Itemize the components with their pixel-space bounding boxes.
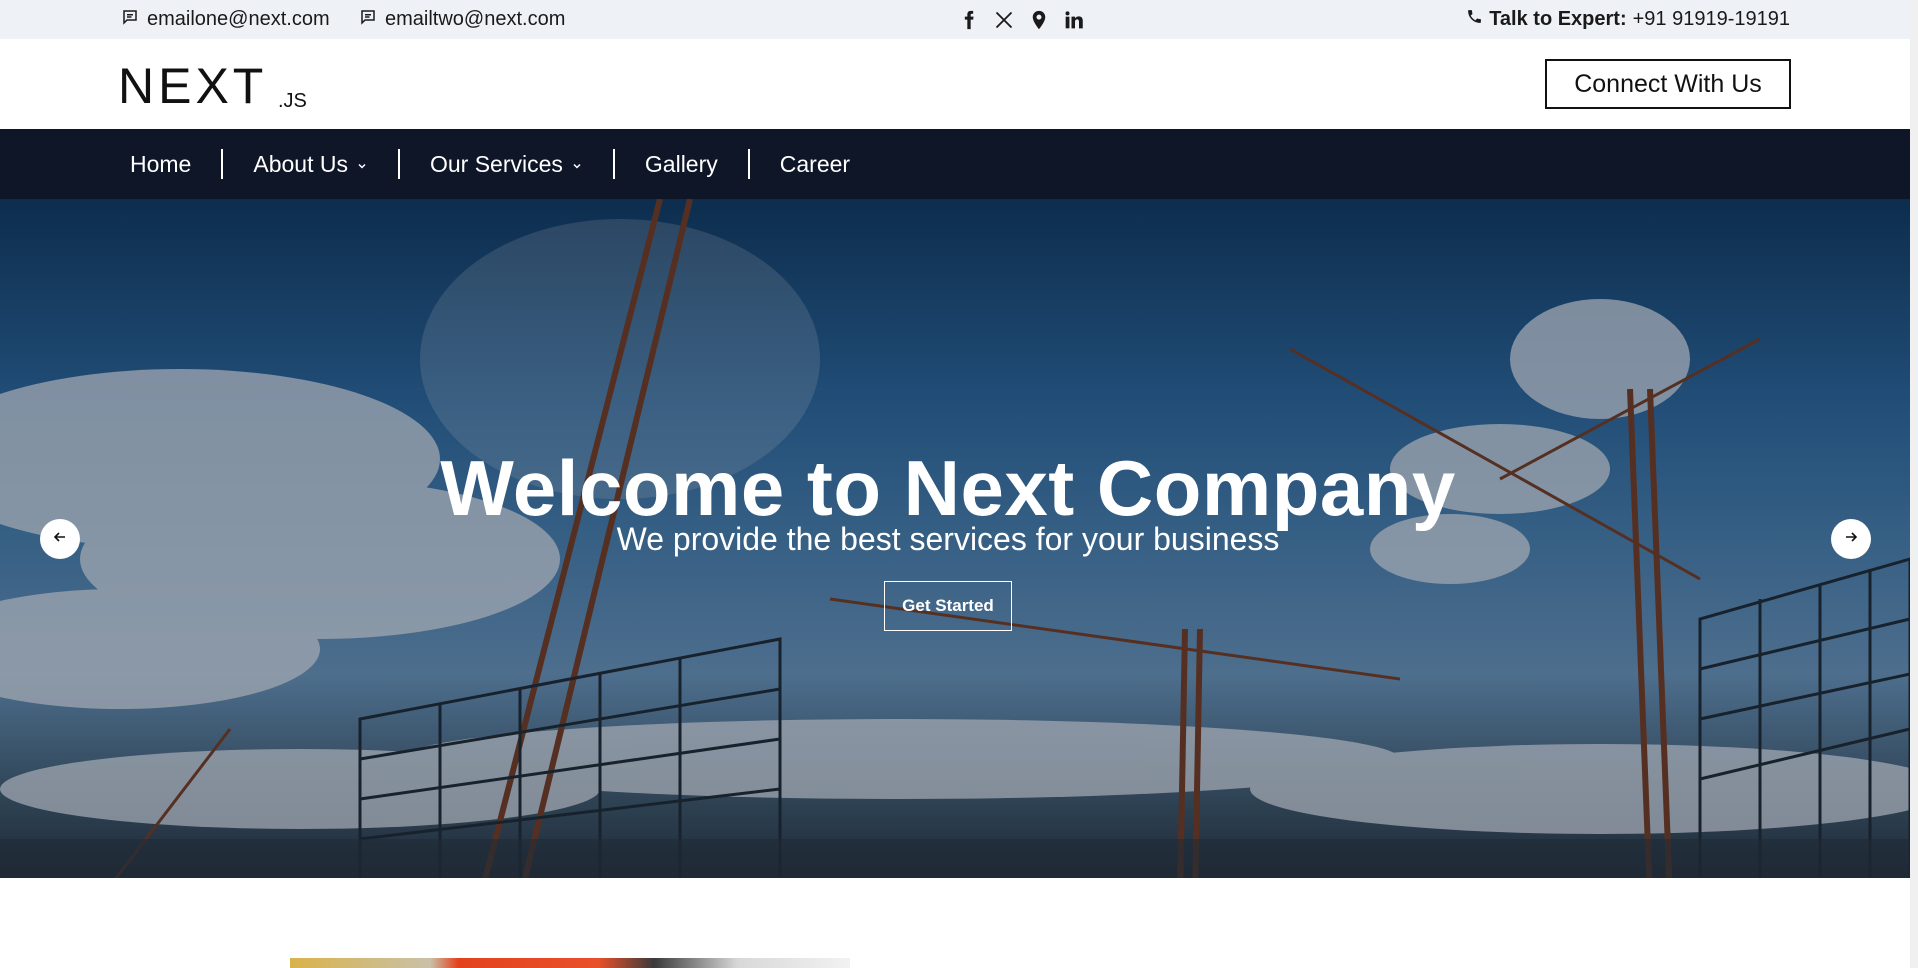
- facebook-icon[interactable]: [958, 9, 979, 30]
- social-links: [958, 0, 1084, 39]
- message-icon: [121, 8, 139, 32]
- linkedin-icon[interactable]: [1063, 9, 1084, 30]
- hero-slider: Welcome to Next Company We provide the b…: [0, 199, 1910, 878]
- page-scrollbar[interactable]: [1910, 0, 1918, 968]
- nav-item-label: Career: [779, 150, 851, 177]
- top-bar: emailone@next.com emailtwo@next.com Talk…: [0, 0, 1910, 39]
- phone-icon: [1466, 8, 1483, 31]
- nav-divider: [397, 149, 400, 179]
- arrow-left-icon: [52, 529, 68, 550]
- site-header: NEXT .JS Connect With Us: [0, 39, 1910, 129]
- logo[interactable]: NEXT .JS: [118, 58, 318, 114]
- chevron-down-icon: [571, 151, 583, 178]
- email-one-text: emailone@next.com: [147, 8, 330, 30]
- slider-prev-button[interactable]: [40, 519, 80, 559]
- nav-divider: [221, 149, 224, 179]
- email-two-text: emailtwo@next.com: [385, 8, 566, 30]
- nav-divider: [747, 149, 750, 179]
- logo-text: NEXT: [118, 63, 267, 111]
- nav-item-career[interactable]: Career: [762, 149, 868, 179]
- nav-item-services[interactable]: Our Services: [412, 149, 601, 179]
- nav-divider: [612, 149, 615, 179]
- slider-next-button[interactable]: [1831, 519, 1871, 559]
- map-pin-icon[interactable]: [1028, 9, 1049, 30]
- nav-item-home[interactable]: Home: [112, 149, 209, 179]
- arrow-right-icon: [1843, 529, 1859, 550]
- chevron-down-icon: [356, 151, 368, 178]
- nav-item-label: Home: [130, 150, 192, 177]
- nav-item-gallery[interactable]: Gallery: [627, 149, 736, 179]
- nav-item-about[interactable]: About Us: [235, 149, 386, 179]
- nav-item-label: About Us: [253, 150, 348, 177]
- logo-suffix: .JS: [278, 90, 307, 111]
- expert-label: Talk to Expert:: [1489, 8, 1627, 30]
- page: emailone@next.com emailtwo@next.com Talk…: [0, 0, 1910, 968]
- x-icon[interactable]: [993, 9, 1014, 30]
- expert-phone: +91 91919-19191: [1632, 8, 1790, 30]
- get-started-button[interactable]: Get Started: [884, 581, 1012, 631]
- expert-contact[interactable]: Talk to Expert: +91 91919-19191: [1466, 0, 1790, 39]
- connect-with-us-button[interactable]: Connect With Us: [1545, 59, 1791, 109]
- section-image-peek: [290, 958, 850, 968]
- nav-item-label: Gallery: [644, 150, 718, 177]
- email-two-link[interactable]: emailtwo@next.com: [359, 0, 565, 39]
- email-one-link[interactable]: emailone@next.com: [121, 0, 330, 39]
- main-nav: Home About Us Our Services Gallery Caree…: [0, 129, 1910, 199]
- hero-subtitle: We provide the best services for your bu…: [616, 521, 1280, 557]
- nav-item-label: Our Services: [429, 150, 563, 177]
- message-icon: [359, 8, 377, 32]
